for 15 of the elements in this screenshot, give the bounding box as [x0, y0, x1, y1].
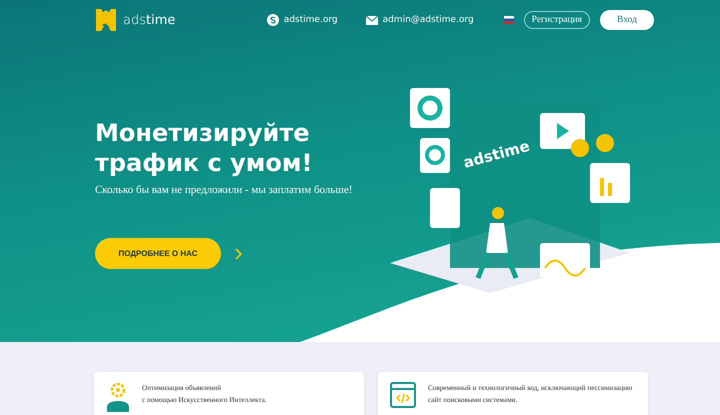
flag-icon[interactable]: [504, 16, 514, 24]
register-button[interactable]: Регистрация: [524, 11, 590, 29]
logo-icon: [96, 9, 116, 31]
logo-text: adstime: [123, 12, 176, 28]
illustration-drawing: adstime: [380, 68, 640, 298]
code-window-icon: [390, 382, 416, 408]
about-button[interactable]: ПОДРОБНЕЕ О НАС: [95, 238, 221, 269]
skype-icon: [266, 14, 279, 26]
skype-link[interactable]: adstime.org: [284, 15, 338, 25]
email-link[interactable]: admin@adstime.org: [382, 15, 474, 25]
hero-subtitle: Сколько бы вам не предложили - мы заплатим больше!: [95, 184, 352, 196]
hero-title: Монетизируйте трафик с умом!: [95, 118, 314, 178]
person-gear-icon: [106, 382, 130, 412]
envelope-icon: [366, 16, 378, 24]
login-button[interactable]: Вход: [600, 10, 654, 30]
